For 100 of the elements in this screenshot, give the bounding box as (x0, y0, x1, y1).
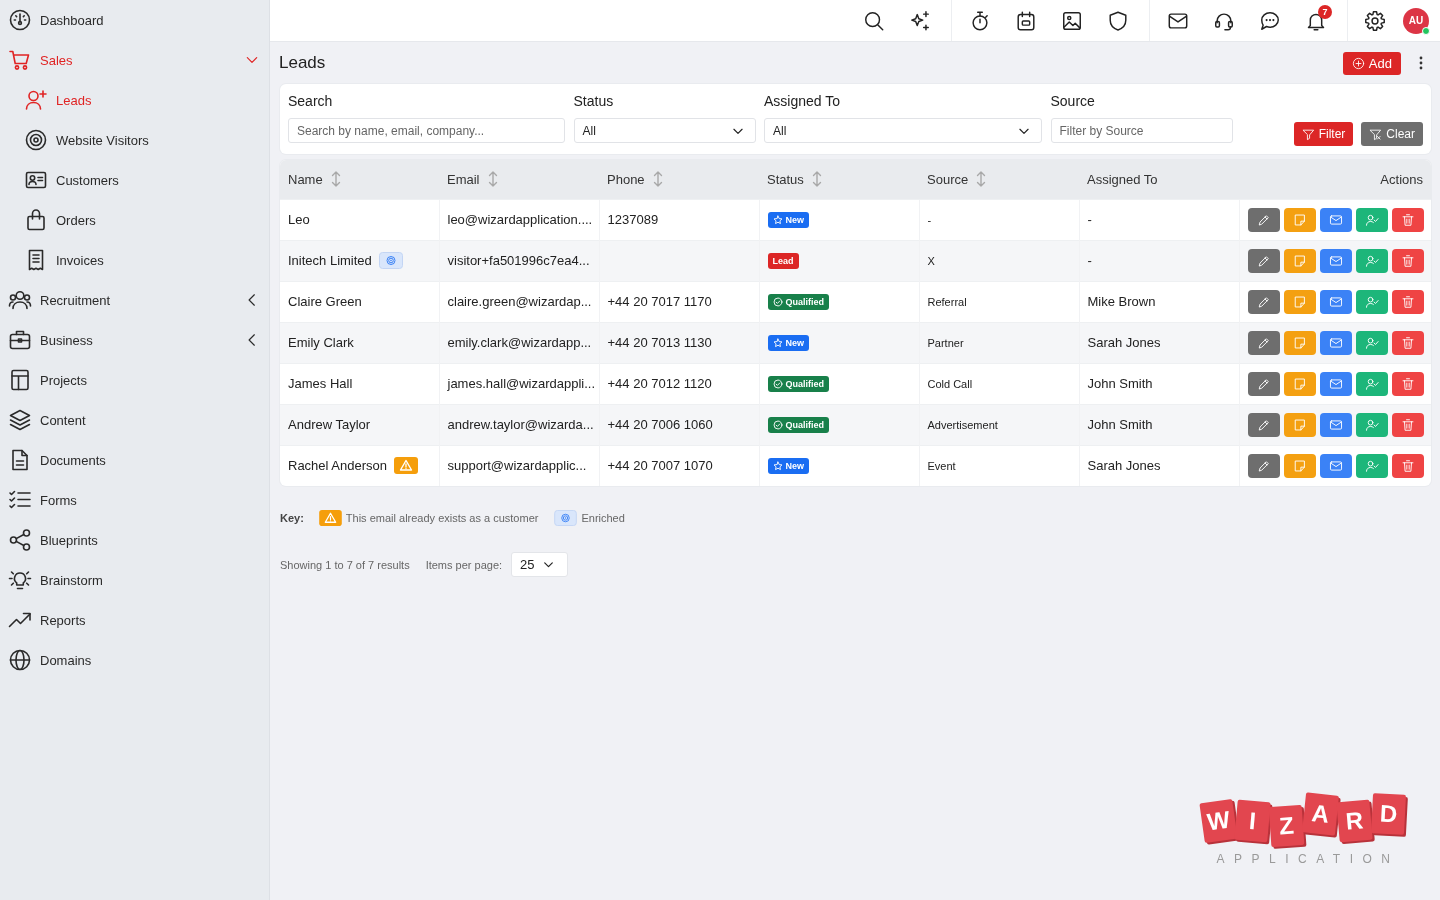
enriched-icon (554, 510, 578, 526)
column-header[interactable]: Source (927, 171, 969, 187)
sidebar-item[interactable]: Website Visitors (0, 120, 269, 160)
warning-icon (394, 457, 418, 475)
pencil-icon (1256, 253, 1271, 268)
sidebar-item[interactable]: Business (0, 320, 269, 360)
column-header: Assigned To (1087, 171, 1158, 187)
edit-button[interactable] (1247, 330, 1280, 355)
chat-bubble-icon (1259, 9, 1281, 32)
sidebar-item[interactable]: Blueprints (0, 520, 269, 560)
table-cell: Sarah Jones (1079, 322, 1239, 363)
star-icon (772, 214, 783, 225)
select-field[interactable]: All (764, 118, 1042, 143)
sticky-note-icon (1292, 335, 1307, 350)
text-field[interactable]: Search by name, email, company... (288, 118, 565, 143)
assign-button[interactable] (1355, 330, 1388, 355)
note-button[interactable] (1283, 330, 1316, 355)
sidebar-item[interactable]: Leads (0, 80, 269, 120)
enriched-icon (378, 252, 403, 269)
email-button[interactable] (1319, 330, 1352, 355)
per-page-select[interactable]: 25 (511, 552, 569, 577)
edit-button[interactable] (1247, 207, 1280, 232)
sidebar-item[interactable]: Brainstorm (0, 560, 269, 600)
edit-button[interactable] (1247, 412, 1280, 437)
notifications-button[interactable]: 7 (1293, 0, 1339, 41)
delete-button[interactable] (1391, 453, 1424, 478)
sidebar-item[interactable]: Domains (0, 640, 269, 680)
column-header[interactable]: Email (447, 171, 480, 187)
target-icon (24, 128, 48, 152)
sidebar-item[interactable]: Sales (0, 40, 269, 80)
sidebar-item[interactable]: Orders (0, 200, 269, 240)
assign-button[interactable] (1355, 289, 1388, 314)
sidebar-item[interactable]: Forms (0, 480, 269, 520)
user-check-icon (1364, 376, 1379, 391)
column-header[interactable]: Phone (607, 171, 645, 187)
clear-button[interactable]: Clear (1361, 122, 1423, 146)
envelope-icon (1328, 294, 1343, 309)
users-icon (8, 288, 32, 312)
delete-button[interactable] (1391, 248, 1424, 273)
edit-button[interactable] (1247, 289, 1280, 314)
note-button[interactable] (1283, 289, 1316, 314)
lead-name: Leo (288, 212, 310, 227)
sidebar-item[interactable]: Dashboard (0, 0, 269, 40)
select-field[interactable]: All (573, 118, 756, 143)
sticky-note-icon (1292, 376, 1307, 391)
email-button[interactable] (1319, 412, 1352, 437)
table-cell: John Smith (1079, 404, 1239, 445)
assign-button[interactable] (1355, 371, 1388, 396)
field-label: Source (1050, 92, 1096, 110)
status-label: New (785, 461, 804, 472)
note-button[interactable] (1283, 412, 1316, 437)
status-label: Lead (772, 255, 794, 266)
column-header[interactable]: Name (288, 171, 323, 187)
sidebar-item[interactable]: Customers (0, 160, 269, 200)
text-field[interactable]: Filter by Source (1050, 118, 1233, 143)
logo-letter: D (1371, 793, 1406, 835)
delete-button[interactable] (1391, 289, 1424, 314)
delete-button[interactable] (1391, 330, 1424, 355)
sidebar-item[interactable]: Reports (0, 600, 269, 640)
pencil-icon (1256, 212, 1271, 227)
globe-icon (8, 648, 32, 672)
filter-button[interactable]: Filter (1293, 122, 1354, 146)
sidebar-item[interactable]: Recruitment (0, 280, 269, 320)
field-label: Assigned To (764, 92, 841, 110)
add-button[interactable]: Add (1342, 51, 1401, 75)
sidebar-item[interactable]: Projects (0, 360, 269, 400)
note-button[interactable] (1283, 207, 1316, 232)
email-button[interactable] (1319, 453, 1352, 478)
status-label: New (785, 337, 804, 348)
sidebar-item[interactable]: Documents (0, 440, 269, 480)
edit-button[interactable] (1247, 248, 1280, 273)
search-icon (863, 9, 885, 32)
trash-icon (1400, 212, 1415, 227)
pencil-icon (1256, 458, 1271, 473)
email-button[interactable] (1319, 207, 1352, 232)
email-button[interactable] (1319, 371, 1352, 396)
assign-button[interactable] (1355, 248, 1388, 273)
user-plus-icon (24, 88, 48, 112)
envelope-icon (1328, 335, 1343, 350)
user-avatar[interactable]: AU (1403, 7, 1429, 34)
delete-button[interactable] (1391, 371, 1424, 396)
column-header[interactable]: Status (767, 171, 804, 187)
sidebar-item[interactable]: Content (0, 400, 269, 440)
note-button[interactable] (1283, 453, 1316, 478)
edit-button[interactable] (1247, 453, 1280, 478)
delete-button[interactable] (1391, 207, 1424, 232)
table-cell: - (1079, 240, 1239, 281)
assign-button[interactable] (1355, 207, 1388, 232)
note-button[interactable] (1283, 371, 1316, 396)
email-button[interactable] (1319, 289, 1352, 314)
note-button[interactable] (1283, 248, 1316, 273)
edit-button[interactable] (1247, 371, 1280, 396)
delete-button[interactable] (1391, 412, 1424, 437)
legend-label: Key: (280, 512, 304, 524)
lightbulb-icon (8, 568, 32, 592)
assign-button[interactable] (1355, 412, 1388, 437)
email-button[interactable] (1319, 248, 1352, 273)
assign-button[interactable] (1355, 453, 1388, 478)
user-check-icon (1364, 417, 1379, 432)
sidebar-item[interactable]: Invoices (0, 240, 269, 280)
